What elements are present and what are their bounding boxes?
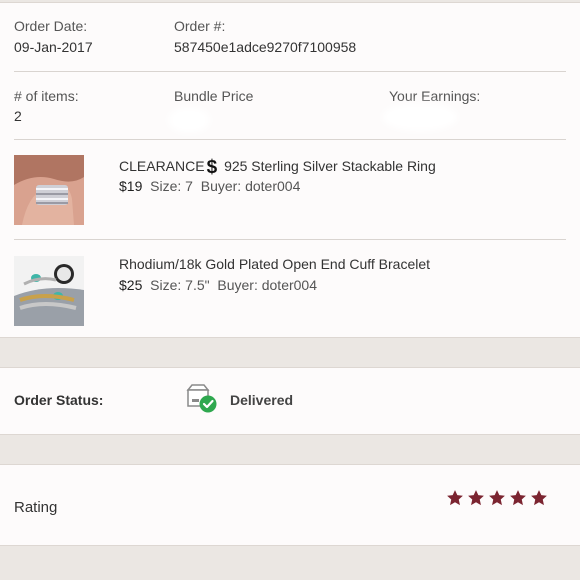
- order-number-label: Order #:: [174, 18, 226, 34]
- item-title[interactable]: CLEARANCE $ 925 Sterling Silver Stackable…: [119, 157, 436, 179]
- item-size: Size: 7.5": [150, 277, 210, 293]
- earnings-redacted: [382, 103, 458, 131]
- item-count-value: 2: [14, 108, 22, 124]
- item-size: Size: 7: [150, 178, 193, 194]
- item-price: $25: [119, 277, 143, 293]
- order-summary-card: Order Date: 09-Jan-2017 Order #: 587450e…: [0, 2, 580, 338]
- bracelet-thumbnail[interactable]: [14, 256, 84, 326]
- item-meta: $25 Size: 7.5" Buyer: doter004: [119, 277, 317, 293]
- order-status-label: Order Status:: [14, 392, 104, 408]
- order-status-value: Delivered: [230, 392, 294, 408]
- clearance-label: CLEARANCE: [119, 158, 205, 174]
- item-buyer: Buyer: doter004: [217, 277, 317, 293]
- star-icon: [447, 490, 463, 506]
- earnings-label: Your Earnings:: [389, 88, 481, 104]
- dollar-icon: $: [206, 157, 218, 178]
- star-rating: [446, 489, 548, 507]
- rating-card: Rating: [0, 464, 580, 546]
- order-status-card: Order Status: Delivered: [0, 367, 580, 435]
- item-price: $19: [119, 178, 143, 194]
- star-icon: [531, 490, 547, 506]
- divider: [14, 71, 566, 72]
- item-buyer: Buyer: doter004: [200, 178, 301, 194]
- order-date-value: 09-Jan-2017: [14, 39, 93, 55]
- ring-image: [14, 155, 84, 225]
- divider: [14, 139, 566, 140]
- item-count-label: # of items:: [14, 88, 79, 104]
- divider: [14, 239, 566, 240]
- bundle-price-label: Bundle Price: [174, 88, 254, 104]
- order-date-label: Order Date:: [14, 18, 88, 34]
- order-number-value: 587450e1adce9270f7100958: [174, 39, 357, 55]
- item-title-text: 925 Sterling Silver Stackable Ring: [224, 158, 436, 174]
- star-icon: [510, 490, 526, 506]
- rating-label: Rating: [14, 499, 58, 516]
- delivered-box-icon: [185, 384, 219, 414]
- star-icon: [489, 490, 505, 506]
- bundle-price-redacted: [168, 107, 210, 133]
- bracelet-image: [14, 256, 84, 326]
- item-meta: $19 Size: 7 Buyer: doter004: [119, 178, 300, 194]
- item-title[interactable]: Rhodium/18k Gold Plated Open End Cuff Br…: [119, 256, 430, 272]
- ring-thumbnail[interactable]: [14, 155, 84, 225]
- star-icon: [468, 490, 484, 506]
